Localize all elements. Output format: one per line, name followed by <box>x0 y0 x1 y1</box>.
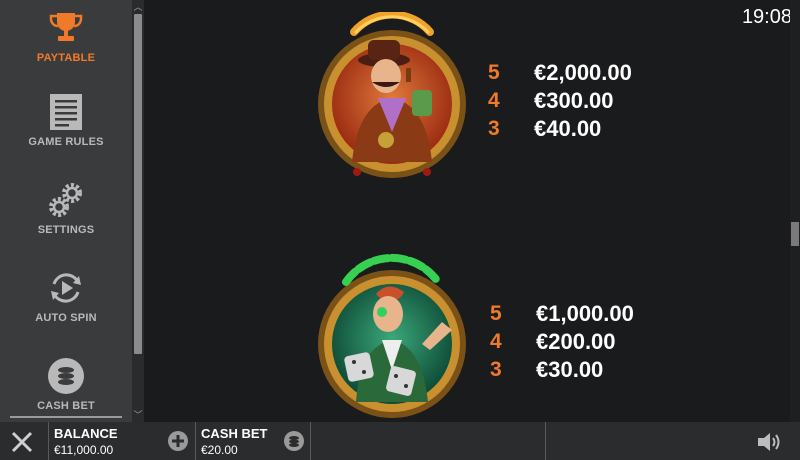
autospin-icon <box>46 268 86 308</box>
sidebar-item-game-rules[interactable]: GAME RULES <box>0 92 132 172</box>
sidebar-item-label: SETTINGS <box>37 224 95 236</box>
payout-amount: €200.00 <box>536 329 616 354</box>
paytable-row: 4 €300.00 <box>488 87 614 115</box>
balance-label: BALANCE <box>54 426 118 441</box>
paytable-row: 5 €2,000.00 <box>488 59 632 87</box>
bottom-bar-separator <box>310 422 311 460</box>
bottom-bar: BALANCE €11,000.00 CASH BET €20.00 <box>0 422 800 460</box>
gears-icon <box>46 180 86 220</box>
sidebar-scrollbar-thumb[interactable] <box>134 14 142 354</box>
sidebar-item-label: AUTO SPIN <box>35 312 97 324</box>
symbol-count: 4 <box>488 89 500 112</box>
symbol-count: 5 <box>488 61 500 84</box>
bottom-bar-separator <box>545 422 546 460</box>
payout-amount: €40.00 <box>534 116 602 141</box>
sidebar-scroll-down-arrow[interactable]: ﹀ <box>133 410 143 420</box>
trophy-icon <box>46 8 86 48</box>
close-icon[interactable] <box>10 430 34 454</box>
bottom-bar-separator <box>48 422 49 460</box>
symbol-count: 4 <box>490 330 502 353</box>
document-icon <box>46 92 86 132</box>
gentleman-with-pipe-symbol <box>312 10 472 193</box>
clock: 19:08 <box>741 6 792 28</box>
payout-amount: €2,000.00 <box>534 60 632 85</box>
paytable-row: 4 €200.00 <box>490 328 616 356</box>
payout-amount: €300.00 <box>534 88 614 113</box>
main-scrollbar-thumb[interactable] <box>791 222 799 246</box>
paytable-row: 5 €1,000.00 <box>490 300 634 328</box>
sidebar: PAYTABLE GAME RULES SETTINGS AUTO SPIN C… <box>0 0 132 422</box>
coins-icon[interactable] <box>284 431 304 451</box>
symbol-count: 3 <box>490 358 502 381</box>
add-funds-icon[interactable] <box>168 431 188 451</box>
payout-amount: €30.00 <box>536 357 604 382</box>
sidebar-item-auto-spin[interactable]: AUTO SPIN <box>0 268 132 348</box>
paytable-row: 3 €30.00 <box>490 356 603 384</box>
paytable-row: 3 €40.00 <box>488 115 601 143</box>
balance-value: €11,000.00 <box>54 443 114 457</box>
sidebar-item-settings[interactable]: SETTINGS <box>0 180 132 260</box>
main-scrollbar-track[interactable] <box>790 0 800 422</box>
gambler-with-dice-symbol <box>312 252 472 427</box>
coins-icon <box>46 356 86 396</box>
symbol-count: 5 <box>490 302 502 325</box>
cash-bet-label: CASH BET <box>201 426 268 441</box>
sidebar-item-label: CASH BET <box>37 400 95 412</box>
cash-bet-value: €20.00 <box>201 443 238 457</box>
symbol-count: 3 <box>488 117 500 140</box>
sound-icon[interactable] <box>756 431 782 453</box>
payout-amount: €1,000.00 <box>536 301 634 326</box>
bottom-bar-separator <box>195 422 196 460</box>
sidebar-item-label: PAYTABLE <box>36 52 96 64</box>
sidebar-divider <box>10 416 122 418</box>
sidebar-item-paytable[interactable]: PAYTABLE <box>0 8 132 88</box>
sidebar-item-label: GAME RULES <box>28 136 104 148</box>
sidebar-scroll-up-arrow[interactable]: ︿ <box>133 2 143 12</box>
